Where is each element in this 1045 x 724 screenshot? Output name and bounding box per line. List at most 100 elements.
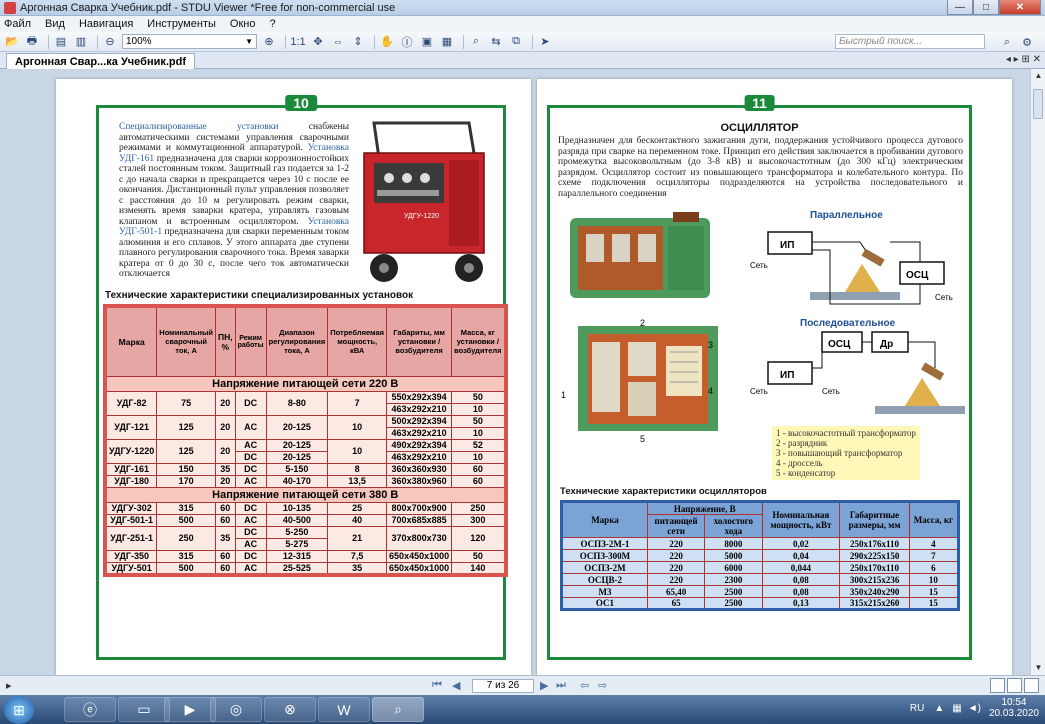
back-icon[interactable]: ⇦ (580, 679, 589, 692)
group-label: Напряжение питающей сети 220 В (104, 375, 507, 392)
cell-dims: 290x225x150 (839, 549, 910, 562)
cell-dimensions: 490x292x394 (386, 438, 453, 452)
zoom-in-icon[interactable]: ⊕ (261, 34, 277, 50)
menu-window[interactable]: Окно (230, 18, 256, 30)
facing-pages-icon[interactable]: ▥ (73, 34, 89, 50)
panel-toggle-icon[interactable]: ▸ (6, 679, 12, 692)
cell-mass: 6 (908, 561, 960, 574)
welder-label: УДГУ-1220 (404, 213, 439, 220)
word-taskbar-icon[interactable]: W (318, 697, 370, 722)
cell-mass: 50 (451, 549, 507, 563)
next-page-icon[interactable]: ▶ (540, 679, 548, 692)
cell-mode: DC (234, 525, 267, 539)
menu-view[interactable]: Вид (45, 18, 65, 30)
hand-tool-icon[interactable]: ✋ (379, 34, 395, 50)
menu-tools[interactable]: Инструменты (147, 18, 216, 30)
welder-unit-image: УДГУ-1220 (349, 118, 499, 288)
network-icon[interactable]: ▦ (952, 703, 961, 714)
table-row: УДГ-121 125 20 AC 20-125 10 500x292x394 50 (104, 414, 507, 440)
stdu-viewer-window: Аргонная Сварка Учебник.pdf - STDU Viewe… (0, 0, 1045, 724)
start-button[interactable]: ⊞ (4, 696, 34, 724)
search-options-icon[interactable]: ⚙ (1019, 34, 1035, 50)
maximize-button[interactable]: □ (973, 0, 999, 15)
table-row: УДГ-251-1 250 35 DC 5-250 21 370x800x730 120 (104, 525, 507, 551)
scrollbar-thumb[interactable] (1033, 89, 1043, 119)
callout-1: 1 (561, 390, 566, 400)
single-page-icon[interactable]: ▤ (53, 34, 69, 50)
menu-help[interactable]: ? (269, 18, 275, 30)
cell-power: 0,08 (761, 573, 841, 586)
callout-2: 2 (640, 318, 645, 328)
cell-power: 0,08 (761, 585, 841, 598)
menu-file[interactable]: Файл (4, 18, 31, 30)
select-text-icon[interactable]: Ⓘ (399, 34, 415, 50)
forward-icon[interactable]: ⇨ (598, 679, 607, 692)
tab-navigation-controls[interactable]: ◂ ▸ ⊞ ✕ (1006, 54, 1041, 65)
scroll-up-icon[interactable]: ▲ (1031, 69, 1045, 83)
cell-pn: 60 (214, 501, 236, 515)
fit-page-icon[interactable]: ✥ (310, 34, 326, 50)
cell-mode: AC (234, 474, 267, 488)
cell-mass: 50 (451, 414, 507, 428)
first-page-icon[interactable]: ⏮ (432, 679, 442, 692)
quick-search-input[interactable]: Быстрый поиск... (835, 34, 985, 49)
copy-icon[interactable]: ⧉ (508, 34, 524, 50)
col-header: Габариты, мм установки / возбудителя (386, 305, 453, 377)
col-header: Напряжение, В (646, 500, 763, 516)
sync-icon[interactable]: ⇆ (488, 34, 504, 50)
clock[interactable]: 10:54 20.03.2020 (989, 697, 1039, 719)
table-row: УДГ-180 170 20 AC 40-170 13,5 360x380x960 60 (104, 474, 507, 488)
menu-navigation[interactable]: Навигация (79, 18, 133, 30)
window-controls: — □ ✕ (947, 0, 1041, 16)
grid-view-icon[interactable] (1024, 678, 1039, 693)
cell-mark: УДГ-251-1 (104, 525, 158, 551)
find-icon[interactable]: ⌕ (468, 34, 484, 50)
cell-mark: УДГ-501-1 (104, 513, 158, 527)
media-taskbar-icon[interactable]: ▶ (164, 697, 216, 722)
oscillator-description: Предназначен для бесконтактного зажигани… (558, 136, 963, 199)
tab-document[interactable]: Аргонная Свар...ка Учебник.pdf (6, 53, 196, 69)
cell-dims: 250x170x110 (839, 561, 910, 574)
table-row: ОС1 65 2500 0,13 315x215x260 15 (561, 597, 960, 610)
zoom-select[interactable]: 100% ▼ (122, 34, 257, 49)
bookmark-icon[interactable]: ➤ (537, 34, 553, 50)
close-button[interactable]: ✕ (999, 0, 1041, 15)
vertical-scrollbar[interactable]: ▲ ▼ (1030, 69, 1045, 675)
legend-item: 3 - повышающий трансформатор (776, 448, 903, 458)
fit-height-icon[interactable]: ⇕ (350, 34, 366, 50)
single-view-icon[interactable] (990, 678, 1005, 693)
app-taskbar-icon[interactable]: ⊗ (264, 697, 316, 722)
actual-size-button[interactable]: 1:1 (290, 34, 306, 50)
cell-power: 35 (327, 561, 388, 575)
clock-time: 10:54 (1001, 697, 1027, 708)
cell-dimensions: 800x700x900 (386, 501, 453, 515)
cell-mark: УДГУ-501 (104, 561, 158, 575)
volume-icon[interactable]: ◄) (968, 703, 981, 714)
stdu-taskbar-icon[interactable]: ⌕ (372, 697, 424, 722)
cell-supply: 220 (646, 537, 706, 550)
col-header: питающей сети (646, 514, 706, 538)
prev-page-icon[interactable]: ◀ (452, 679, 460, 692)
document-viewer[interactable]: 10 Специализированные установки снабжены… (0, 69, 1030, 675)
search-icon[interactable]: ⌕ (999, 34, 1015, 50)
last-page-icon[interactable]: ⏭ (556, 679, 566, 692)
components-legend: 1 - высокочастотный трансформатор 2 - ра… (772, 426, 920, 480)
page-number-input[interactable]: 7 из 26 (472, 679, 534, 693)
print-icon[interactable]: 🖶 (24, 34, 40, 50)
explorer-taskbar-icon[interactable]: ▭ (118, 697, 170, 722)
ie-taskbar-icon[interactable]: ⓔ (64, 697, 116, 722)
thumbnails-icon[interactable]: ▦ (439, 34, 455, 50)
chrome-taskbar-icon[interactable]: ◎ (210, 697, 262, 722)
zoom-out-icon[interactable]: ⊖ (102, 34, 118, 50)
double-view-icon[interactable] (1007, 678, 1022, 693)
snapshot-icon[interactable]: ▣ (419, 34, 435, 50)
cell-range: 20-125 (265, 414, 329, 440)
minimize-button[interactable]: — (947, 0, 973, 15)
toolbar-separator (48, 34, 49, 49)
scroll-down-icon[interactable]: ▼ (1031, 661, 1045, 675)
cell-dimensions: 463x292x210 (386, 426, 453, 440)
open-folder-icon[interactable]: 📂 (4, 34, 20, 50)
fit-width-icon[interactable]: ⇔ (330, 34, 346, 50)
tray-arrow-icon[interactable]: ▲ (934, 703, 944, 714)
language-indicator[interactable]: RU (910, 703, 924, 714)
